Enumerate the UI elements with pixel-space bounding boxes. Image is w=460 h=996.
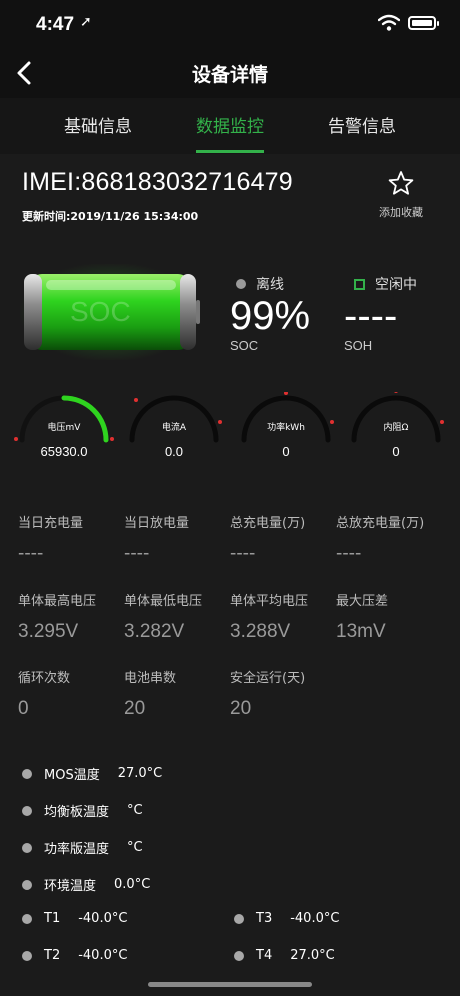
stat-title: 单体平均电压: [230, 594, 309, 609]
gauge-voltage: 电压mV 65930.0: [14, 392, 114, 472]
temp-value: °C: [127, 840, 143, 855]
temp-row: 环境温度 0.0°C: [22, 875, 150, 894]
status-dot-icon: [22, 879, 32, 890]
tab-bar: 基础信息 数据监控 告警信息: [0, 98, 460, 154]
sensor-row: T4 27.0°C: [234, 948, 335, 963]
stat-value: ----: [230, 543, 256, 564]
status-dot-icon: [234, 913, 244, 924]
stat-value: ----: [18, 543, 44, 564]
device-imei: IMEI:868183032716479: [22, 168, 293, 196]
work-status-label: 空闲中: [375, 277, 417, 293]
active-tab-indicator: [196, 150, 264, 153]
stat-value: 3.288V: [230, 621, 291, 642]
sensor-label: T1: [44, 911, 61, 926]
status-time: 4:47: [36, 14, 75, 35]
status-indicators: [378, 14, 439, 32]
tab-basic-info[interactable]: 基础信息: [38, 112, 158, 137]
page-title: 设备详情: [191, 64, 268, 86]
wifi-icon: [378, 14, 400, 31]
stat-value: 13mV: [336, 621, 386, 642]
temp-value: 27.0°C: [117, 766, 163, 781]
stat-title: 总充电量(万): [230, 516, 306, 531]
navigation-bar: 设备详情: [0, 50, 460, 98]
status-dot-icon: [22, 913, 32, 924]
home-indicator[interactable]: [148, 982, 312, 987]
stat-title: 总放充电量(万): [336, 516, 425, 531]
gauge-power: 功率kWh 0: [236, 392, 336, 472]
sensor-row: T3 -40.0°C: [234, 911, 339, 926]
stat-title: 循环次数: [18, 671, 71, 686]
voltage-gauge-label: 电压mV: [47, 423, 81, 433]
stat-title: 单体最高电压: [18, 594, 97, 609]
tab-alarm-info[interactable]: 告警信息: [302, 112, 422, 137]
stat-value: 20: [124, 698, 146, 719]
sensor-label: T2: [44, 948, 61, 963]
soh-label: SOH: [344, 338, 373, 353]
status-dot-icon: [22, 842, 32, 853]
battery-status-icon: [408, 16, 439, 30]
stat-title: 单体最低电压: [124, 594, 203, 609]
star-icon: [388, 171, 414, 195]
sensor-value: -40.0°C: [290, 911, 340, 926]
stat-title: 最大压差: [336, 594, 389, 609]
temp-value: °C: [127, 803, 143, 818]
resistance-gauge-value: 0: [392, 444, 400, 459]
add-favorite-button[interactable]: 添加收藏: [370, 170, 432, 220]
stat-title: 电池串数: [124, 671, 177, 686]
sensor-label: T3: [256, 911, 273, 926]
stat-value: 0: [18, 698, 29, 719]
stat-title: 当日放电量: [124, 516, 190, 531]
battery-soc-watermark: SOC: [70, 296, 131, 327]
stat-value: ----: [336, 543, 362, 564]
sensor-value: -40.0°C: [78, 911, 128, 926]
current-gauge-label: 电流A: [161, 423, 187, 433]
status-dot-icon: [22, 950, 32, 961]
location-icon: ➚: [80, 14, 92, 30]
power-gauge-value: 0: [282, 444, 290, 459]
stat-title: 当日充电量: [18, 516, 84, 531]
status-dot-icon: [234, 950, 244, 961]
tab-data-monitor[interactable]: 数据监控: [170, 112, 290, 137]
soc-label: SOC: [230, 338, 259, 353]
update-time: 更新时间:2019/11/26 15:34:00: [22, 210, 199, 223]
temp-label: MOS温度: [44, 768, 100, 783]
stat-value: 3.295V: [18, 621, 79, 642]
temp-row: 均衡板温度 °C: [22, 801, 143, 820]
gauge-current: 电流A 0.0: [124, 392, 224, 472]
stat-value: 20: [230, 698, 252, 719]
sensor-label: T4: [256, 948, 273, 963]
status-dot-icon: [22, 768, 32, 779]
temp-label: 功率版温度: [44, 842, 110, 857]
status-dot-icon: [22, 805, 32, 816]
online-status-label: 离线: [256, 277, 284, 293]
gauge-resistance: 内阻Ω 0: [346, 392, 446, 472]
temp-label: 环境温度: [44, 879, 97, 894]
soh-value: ----: [344, 294, 398, 338]
voltage-gauge-value: 65930.0: [40, 444, 88, 459]
stat-value: ----: [124, 543, 150, 564]
online-status: 离线: [236, 274, 284, 294]
add-favorite-label: 添加收藏: [379, 206, 423, 219]
temp-value: 0.0°C: [114, 877, 151, 892]
resistance-gauge-label: 内阻Ω: [383, 423, 409, 433]
temp-row: 功率版温度 °C: [22, 838, 143, 857]
sensor-value: -40.0°C: [78, 948, 128, 963]
stat-title: 安全运行(天): [230, 671, 306, 686]
power-gauge-label: 功率kWh: [267, 423, 305, 433]
idle-square-icon: [354, 278, 365, 290]
temp-row: MOS温度 27.0°C: [22, 764, 162, 783]
work-status: 空闲中: [354, 274, 417, 294]
status-bar: 4:47 ➚: [0, 0, 460, 50]
sensor-row: T2 -40.0°C: [22, 948, 127, 963]
temp-label: 均衡板温度: [44, 805, 110, 820]
soc-value: 99%: [230, 294, 311, 338]
stat-value: 3.282V: [124, 621, 185, 642]
current-gauge-value: 0.0: [164, 444, 184, 459]
offline-dot-icon: [236, 279, 246, 289]
sensor-value: 27.0°C: [290, 948, 335, 963]
sensor-row: T1 -40.0°C: [22, 911, 127, 926]
